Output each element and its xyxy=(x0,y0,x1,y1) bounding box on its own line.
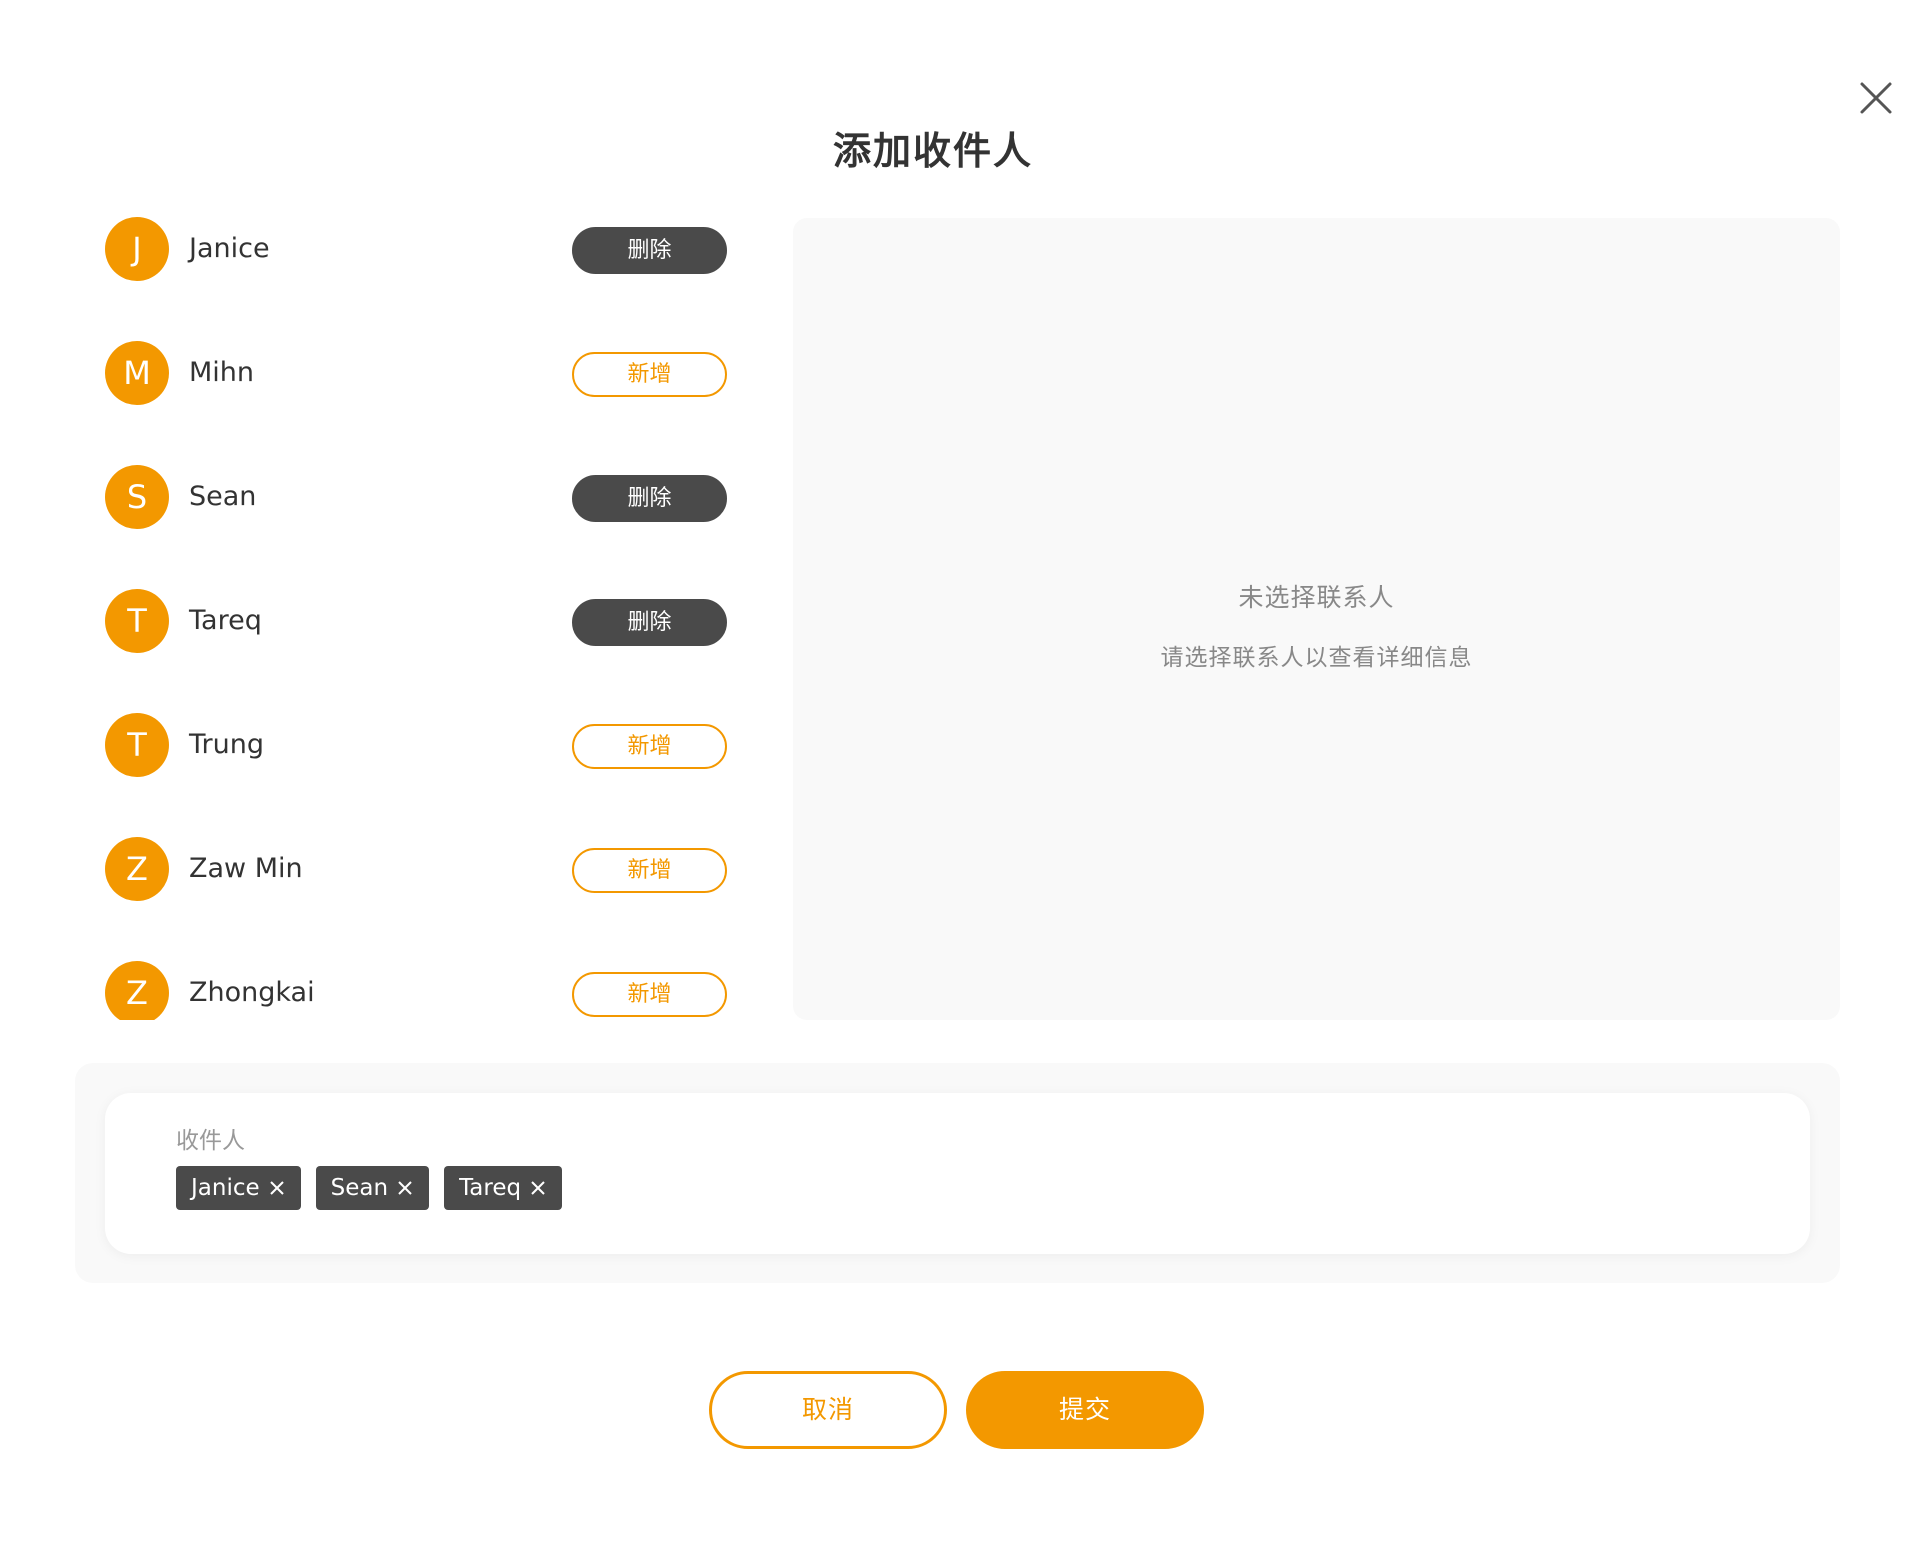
cancel-button[interactable]: 取消 xyxy=(709,1371,947,1449)
add-recipient-dialog: 添加收件人 J Janice 删除 M Mihn 新增 S Sean 删除 T … xyxy=(0,0,1920,1547)
add-contact-button[interactable]: 新增 xyxy=(572,724,727,769)
contact-name: Zhongkai xyxy=(189,977,315,1008)
recipient-chip-label: Tareq xyxy=(459,1175,522,1201)
add-contact-button[interactable]: 新增 xyxy=(572,848,727,893)
contact-name: Trung xyxy=(189,729,264,760)
contact-name: Zaw Min xyxy=(189,853,303,884)
contact-row[interactable]: Z Zhongkai 新增 xyxy=(105,961,737,1020)
contact-name: Tareq xyxy=(189,605,262,636)
remove-contact-button[interactable]: 删除 xyxy=(572,599,727,646)
recipients-field[interactable]: 收件人 Janice Sean Tareq xyxy=(105,1093,1810,1254)
recipients-label: 收件人 xyxy=(176,1128,245,1154)
recipients-section: 收件人 Janice Sean Tareq xyxy=(75,1063,1840,1283)
add-contact-button[interactable]: 新增 xyxy=(572,352,727,397)
avatar: S xyxy=(105,465,169,529)
close-dialog-button[interactable] xyxy=(1856,78,1896,118)
dialog-title: 添加收件人 xyxy=(832,129,1033,173)
recipient-chip-label: Sean xyxy=(330,1175,389,1201)
recipient-chip: Janice xyxy=(176,1166,301,1210)
avatar: Z xyxy=(105,961,169,1020)
contact-detail-panel: 未选择联系人 请选择联系人以查看详细信息 xyxy=(793,218,1840,1020)
recipient-chip: Tareq xyxy=(444,1166,563,1210)
contact-row[interactable]: Z Zaw Min 新增 xyxy=(105,837,737,901)
recipient-chip: Sean xyxy=(315,1166,430,1210)
remove-contact-button[interactable]: 删除 xyxy=(572,475,727,522)
avatar: M xyxy=(105,341,169,405)
add-contact-button[interactable]: 新增 xyxy=(572,972,727,1017)
submit-button[interactable]: 提交 xyxy=(966,1371,1204,1449)
contact-row[interactable]: S Sean 删除 xyxy=(105,465,737,529)
contact-name: Sean xyxy=(189,481,257,512)
contact-list[interactable]: J Janice 删除 M Mihn 新增 S Sean 删除 T Tareq … xyxy=(105,217,737,1020)
contact-name: Mihn xyxy=(189,357,255,388)
avatar: J xyxy=(105,217,169,281)
close-icon[interactable] xyxy=(396,1179,414,1197)
empty-state-title: 未选择联系人 xyxy=(1238,583,1395,612)
empty-state-hint: 请选择联系人以查看详细信息 xyxy=(1160,645,1473,671)
recipient-chip-label: Janice xyxy=(191,1175,260,1201)
contact-name: Janice xyxy=(189,233,270,264)
contact-row[interactable]: M Mihn 新增 xyxy=(105,341,737,405)
recipient-chip-list: Janice Sean Tareq xyxy=(176,1166,563,1210)
avatar: Z xyxy=(105,837,169,901)
remove-contact-button[interactable]: 删除 xyxy=(572,227,727,274)
close-icon xyxy=(1856,78,1896,118)
contact-row[interactable]: T Trung 新增 xyxy=(105,713,737,777)
contact-row[interactable]: J Janice 删除 xyxy=(105,217,737,281)
close-icon[interactable] xyxy=(268,1179,286,1197)
avatar: T xyxy=(105,713,169,777)
close-icon[interactable] xyxy=(529,1179,547,1197)
avatar: T xyxy=(105,589,169,653)
contact-row[interactable]: T Tareq 删除 xyxy=(105,589,737,653)
